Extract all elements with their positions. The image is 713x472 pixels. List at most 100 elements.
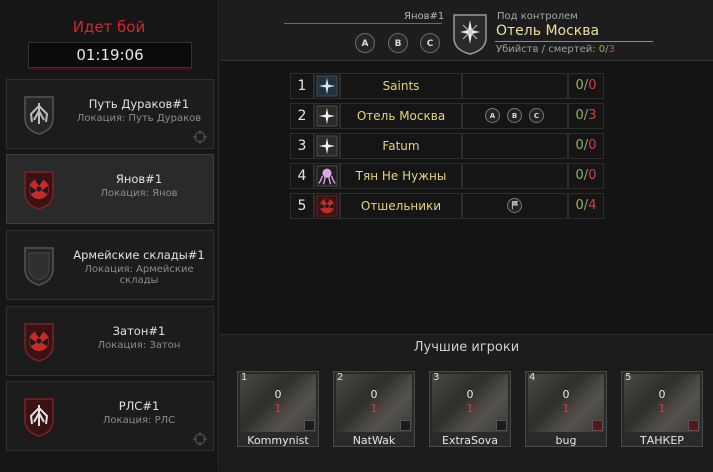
control-label: Под контролем <box>497 11 578 22</box>
compass-star-icon <box>316 135 338 157</box>
kills-deaths-summary: Убийств / смертей: 0/3 <box>496 44 615 55</box>
clan-name: Fatum <box>340 133 462 159</box>
player-name: bug <box>555 434 577 447</box>
location-item-rls[interactable]: РЛС#1 Локация: РЛС <box>6 381 214 451</box>
location-subtitle: Локация: РЛС <box>102 415 176 426</box>
clan-badge-icon <box>400 420 411 431</box>
crosshair-icon[interactable] <box>193 432 207 446</box>
player-deaths: 1 <box>466 402 474 415</box>
player-card[interactable]: 4 0 1 bug <box>525 371 607 447</box>
clan-badge-icon <box>688 420 699 431</box>
player-name: ExtraSova <box>442 434 498 447</box>
player-deaths: 1 <box>658 402 666 415</box>
table-row[interactable]: 1 Saints 0/0 <box>290 71 604 101</box>
empty-shield-icon <box>24 247 54 286</box>
capture-points-cell: A B C <box>462 103 568 129</box>
score-cell: 0/0 <box>568 73 604 99</box>
compass-star-icon <box>316 75 338 97</box>
wings-emblem-icon <box>24 398 54 437</box>
player-kills: 0 <box>562 388 570 401</box>
clan-standings-table: 1 Saints 0/0 2 Отель Москва A B C 0/3 3 <box>290 71 604 221</box>
location-title: Затон#1 <box>112 324 166 338</box>
clan-badge-icon <box>592 420 603 431</box>
table-row[interactable]: 3 Fatum 0/0 <box>290 131 604 161</box>
player-kills: 0 <box>658 388 666 401</box>
capture-points-cell <box>462 133 568 159</box>
player-card[interactable]: 2 0 1 NatWak <box>333 371 415 447</box>
player-name: Kommynist <box>247 434 309 447</box>
kd-deaths: 3 <box>608 44 615 55</box>
control-divider <box>495 41 653 42</box>
compass-star-icon <box>316 105 338 127</box>
crosshair-icon[interactable] <box>193 130 207 144</box>
battle-status: Идет бой <box>72 18 146 36</box>
location-title: Путь Дураков#1 <box>88 97 190 111</box>
player-card[interactable]: 5 0 1 ТАНКЕР <box>621 371 703 447</box>
clan-name: Тян Не Нужны <box>340 163 462 189</box>
radiation-emblem-icon <box>24 171 54 210</box>
player-card[interactable]: 3 0 1 ExtraSova <box>429 371 511 447</box>
location-item-armeyskie-sklady[interactable]: Армейские склады#1 Локация: Армейские ск… <box>6 230 214 300</box>
player-rank: 1 <box>241 372 248 383</box>
controlling-clan-name: Отель Москва <box>496 23 600 39</box>
player-name: NatWak <box>352 434 396 447</box>
player-kills: 0 <box>370 388 378 401</box>
score-cell: 0/3 <box>568 103 604 129</box>
location-title: РЛС#1 <box>118 399 160 413</box>
location-subtitle: Локация: Затон <box>97 340 181 351</box>
clan-name: Отель Москва <box>340 103 462 129</box>
flag-icon <box>507 198 522 213</box>
best-players-title: Лучшие игроки <box>413 340 520 355</box>
radiation-emblem-icon <box>316 195 338 217</box>
location-item-yanov[interactable]: Янов#1 Локация: Янов <box>6 154 214 224</box>
location-item-zaton[interactable]: Затон#1 Локация: Затон <box>6 306 214 376</box>
compass-star-emblem-icon <box>453 14 487 55</box>
capture-point-a: A <box>485 108 500 123</box>
kd-label: Убийств / смертей: <box>496 44 596 55</box>
rank-cell: 4 <box>290 163 314 189</box>
player-kills: 0 <box>274 388 282 401</box>
table-row[interactable]: 2 Отель Москва A B C 0/3 <box>290 101 604 131</box>
player-kills: 0 <box>466 388 474 401</box>
rank-cell: 2 <box>290 103 314 129</box>
player-rank: 3 <box>433 372 440 383</box>
rank-cell: 3 <box>290 133 314 159</box>
player-rank: 5 <box>625 372 632 383</box>
capture-point-b: B <box>388 33 408 53</box>
capture-points-cell <box>462 163 568 189</box>
battle-timer: 01:19:06 <box>28 42 192 68</box>
capture-point-c: C <box>420 33 440 53</box>
header-divider <box>284 23 442 24</box>
location-title: Янов#1 <box>115 172 163 186</box>
table-row[interactable]: 5 Отшельники 0/4 <box>290 191 604 221</box>
rank-cell: 5 <box>290 193 314 219</box>
capture-point-b: B <box>507 108 522 123</box>
capture-point-a: A <box>355 33 375 53</box>
clan-badge-icon <box>496 420 507 431</box>
capture-points-cell <box>462 193 568 219</box>
player-rank: 4 <box>529 372 536 383</box>
score-cell: 0/0 <box>568 133 604 159</box>
score-cell: 0/0 <box>568 163 604 189</box>
location-subtitle: Локация: Армейские склады <box>84 264 194 286</box>
player-deaths: 1 <box>370 402 378 415</box>
capture-point-c: C <box>529 108 544 123</box>
rank-cell: 1 <box>290 73 314 99</box>
player-rank: 2 <box>337 372 344 383</box>
wings-emblem-icon <box>24 96 54 135</box>
header-location-name: Янов#1 <box>404 11 445 22</box>
clan-name: Saints <box>340 73 462 99</box>
location-subtitle: Локация: Янов <box>100 188 178 199</box>
player-name: ТАНКЕР <box>640 434 684 447</box>
location-subtitle: Локация: Путь Дураков <box>76 113 202 124</box>
player-deaths: 1 <box>562 402 570 415</box>
score-cell: 0/4 <box>568 193 604 219</box>
clan-name: Отшельники <box>340 193 462 219</box>
location-sidebar: Идет бой 01:19:06 Путь Дураков#1 Локация… <box>0 0 219 471</box>
location-item-put-durakov[interactable]: Путь Дураков#1 Локация: Путь Дураков <box>6 79 214 149</box>
player-card[interactable]: 1 0 1 Kommynist <box>237 371 319 447</box>
location-title: Армейские склады#1 <box>73 248 205 262</box>
table-row[interactable]: 4 Тян Не Нужны 0/0 <box>290 161 604 191</box>
clan-badge-icon <box>304 420 315 431</box>
capture-points-cell <box>462 73 568 99</box>
